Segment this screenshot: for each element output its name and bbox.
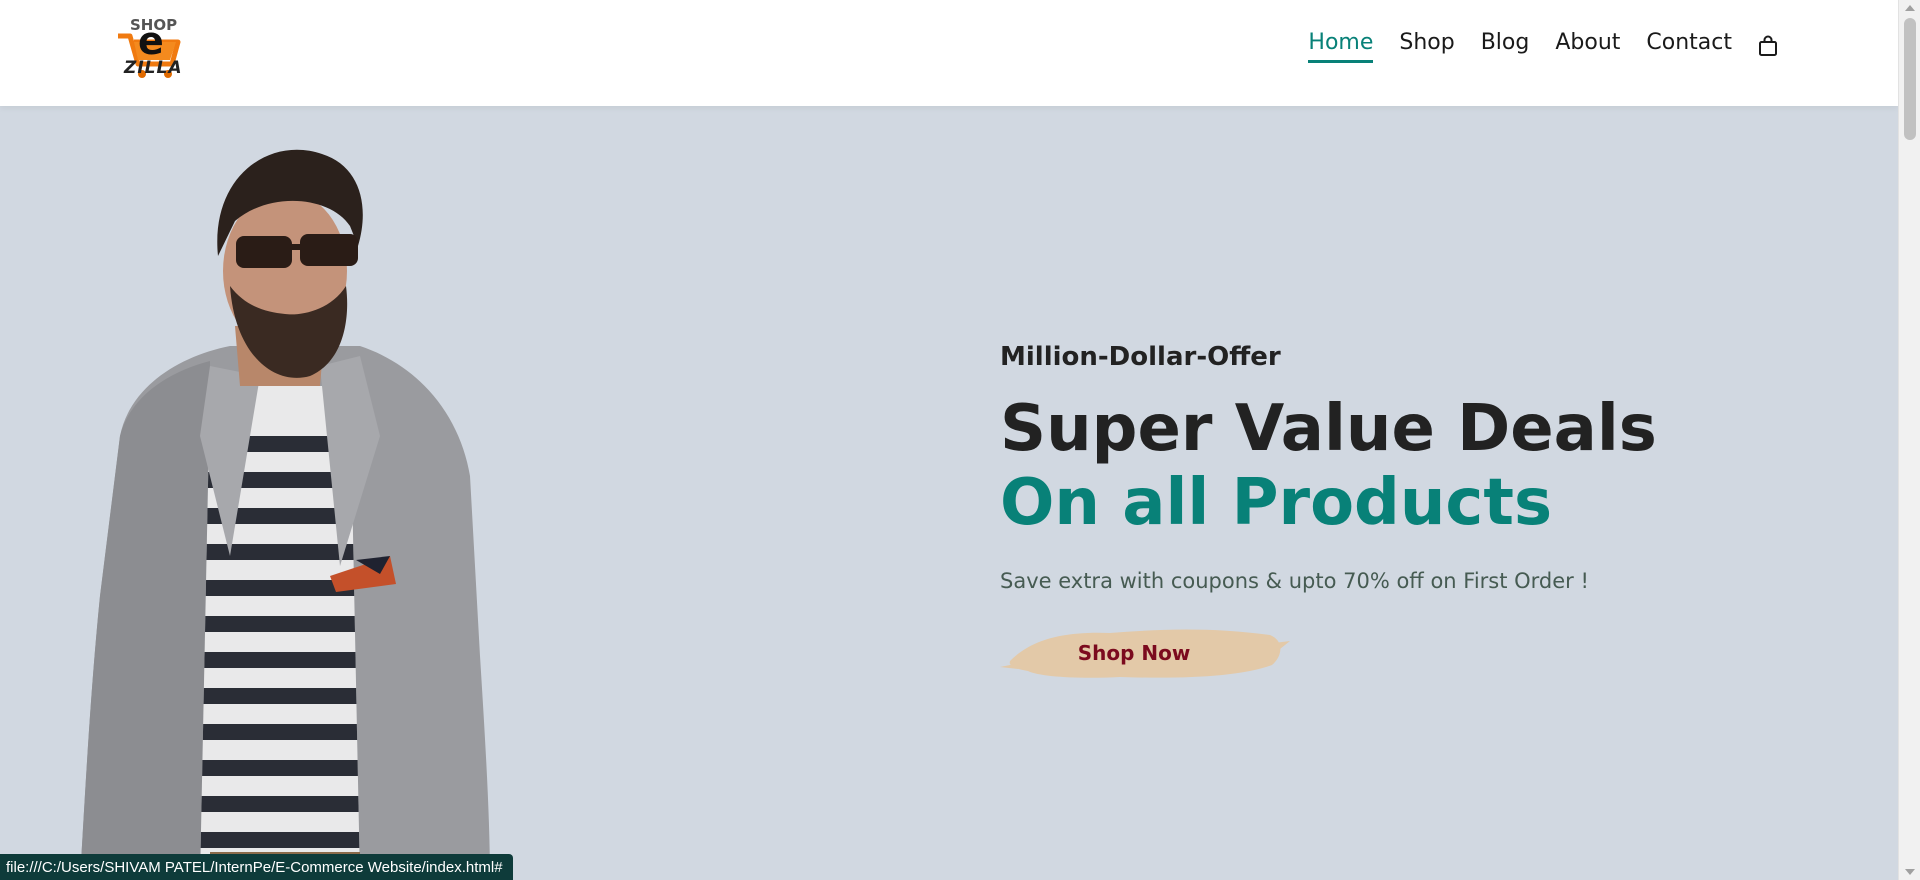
hero-banner: Million-Dollar-Offer Super Value Deals O… <box>0 106 1898 880</box>
hero-content: Million-Dollar-Offer Super Value Deals O… <box>1000 342 1657 685</box>
nav-contact[interactable]: Contact <box>1646 30 1732 61</box>
page-scrollbar[interactable] <box>1898 0 1920 880</box>
nav-about[interactable]: About <box>1555 30 1620 61</box>
page: SHOP e ZILLA Home Shop Blog About Contac… <box>0 0 1920 880</box>
scroll-up-icon[interactable] <box>1905 5 1915 11</box>
scroll-thumb[interactable] <box>1904 18 1916 140</box>
hero-headline: Super Value Deals <box>1000 392 1657 466</box>
scroll-down-icon[interactable] <box>1905 869 1915 875</box>
status-bar: file:///C:/Users/SHIVAM PATEL/InternPe/E… <box>0 854 513 880</box>
shop-now-button[interactable]: Shop Now <box>1000 621 1290 685</box>
site-header: SHOP e ZILLA Home Shop Blog About Contac… <box>0 0 1898 106</box>
nav-blog[interactable]: Blog <box>1481 30 1530 61</box>
logo-zilla-text: ZILLA <box>124 58 183 78</box>
main-nav: Home Shop Blog About Contact <box>1282 30 1778 63</box>
shop-now-label: Shop Now <box>1077 640 1191 665</box>
shopping-bag-icon[interactable] <box>1758 35 1778 57</box>
offer-label: Million-Dollar-Offer <box>1000 342 1281 372</box>
logo-letter: e <box>138 19 164 63</box>
site-logo[interactable]: SHOP e ZILLA <box>112 16 192 86</box>
nav-home[interactable]: Home <box>1308 30 1373 63</box>
hero-headline-accent: On all Products <box>1000 466 1553 541</box>
hero-model-image <box>80 149 490 880</box>
nav-shop[interactable]: Shop <box>1399 30 1454 61</box>
hero-subtext: Save extra with coupons & upto 70% off o… <box>1000 568 1589 593</box>
